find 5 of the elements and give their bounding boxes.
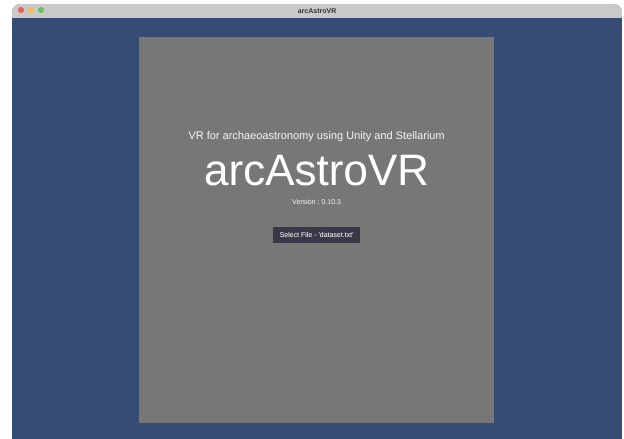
subtitle: VR for archaeoastronomy using Unity and Stellarium — [188, 129, 445, 143]
zoom-button[interactable] — [38, 7, 44, 13]
minimize-button[interactable] — [28, 7, 34, 13]
close-button[interactable] — [18, 7, 24, 13]
app-title: arcAstroVR — [204, 147, 429, 195]
